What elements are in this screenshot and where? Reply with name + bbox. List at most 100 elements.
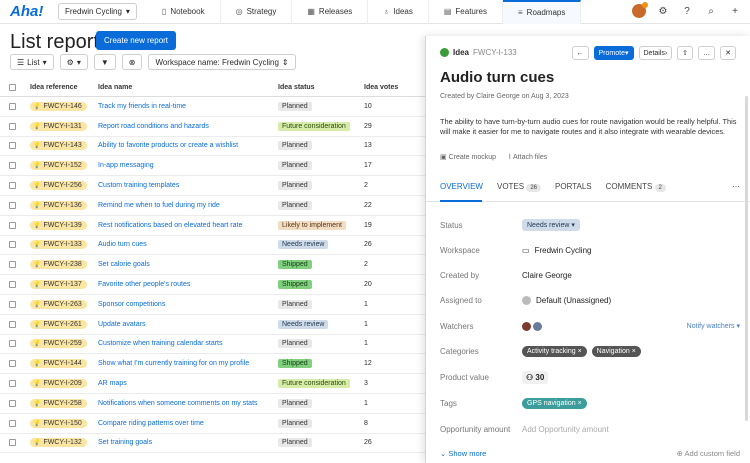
table-row[interactable]: 💡 FWCY-I-256 Custom training templates Pl… bbox=[0, 176, 430, 196]
idea-name-link[interactable]: Favorite other people's routes bbox=[98, 281, 190, 288]
table-row[interactable]: 💡 FWCY-I-263 Sponsor competitions Planned… bbox=[0, 295, 430, 315]
tab-portals[interactable]: PORTALS bbox=[555, 182, 592, 191]
table-row[interactable]: 💡 FWCY-I-209 AR maps Future consideration… bbox=[0, 374, 430, 394]
show-more-button[interactable]: ⌄ Show more bbox=[440, 449, 486, 458]
row-checkbox[interactable] bbox=[9, 122, 16, 130]
idea-reference-badge[interactable]: 💡 FWCY-I-139 bbox=[30, 220, 87, 230]
table-row[interactable]: 💡 FWCY-I-144 Show what I'm currently trai… bbox=[0, 354, 430, 375]
idea-reference-badge[interactable]: 💡 FWCY-I-150 bbox=[30, 418, 87, 428]
row-checkbox[interactable] bbox=[9, 399, 16, 407]
idea-reference-badge[interactable]: 💡 FWCY-I-152 bbox=[30, 161, 87, 171]
table-row[interactable]: 💡 FWCY-I-139 Rest notifications based on … bbox=[0, 216, 430, 236]
row-checkbox[interactable] bbox=[9, 439, 16, 447]
help-icon[interactable]: ? bbox=[680, 6, 694, 17]
idea-reference-badge[interactable]: 💡 FWCY-I-263 bbox=[30, 299, 87, 309]
idea-name-link[interactable]: Audio turn cues bbox=[98, 241, 147, 248]
idea-name-link[interactable]: Compare riding patterns over time bbox=[98, 420, 204, 427]
column-header-reference[interactable]: Idea reference bbox=[30, 84, 98, 91]
table-row[interactable]: 💡 FWCY-I-259 Customize when training cale… bbox=[0, 335, 430, 355]
table-row[interactable]: 💡 FWCY-I-150 Compare riding patterns over… bbox=[0, 414, 430, 434]
idea-reference-badge[interactable]: 💡 FWCY-I-143 bbox=[30, 141, 87, 151]
promote-button[interactable]: Promote ▾ bbox=[593, 46, 634, 60]
add-custom-field-button[interactable]: ⊕ Add custom field bbox=[677, 449, 740, 458]
table-row[interactable]: 💡 FWCY-I-137 Favorite other people's rout… bbox=[0, 275, 430, 295]
column-header-votes[interactable]: Idea votes bbox=[364, 84, 424, 91]
idea-name-link[interactable]: Custom training templates bbox=[98, 182, 179, 189]
row-checkbox[interactable] bbox=[9, 201, 16, 209]
aha-logo[interactable]: Aha! bbox=[10, 3, 50, 20]
idea-name-link[interactable]: Report road conditions and hazards bbox=[98, 123, 209, 130]
table-row[interactable]: 💡 FWCY-I-261 Update avatars Needs review … bbox=[0, 315, 430, 335]
table-row[interactable]: 💡 FWCY-I-238 Set calorie goals Shipped 2 bbox=[0, 255, 430, 276]
remove-icon[interactable]: × bbox=[578, 400, 582, 407]
idea-reference-badge[interactable]: 💡 FWCY-I-238 bbox=[30, 260, 87, 270]
filter-button[interactable]: ▼ bbox=[93, 54, 116, 70]
idea-reference-badge[interactable]: 💡 FWCY-I-136 bbox=[30, 200, 87, 210]
add-icon[interactable]: + bbox=[728, 6, 742, 17]
product-value-score[interactable]: ⚇ 30 bbox=[522, 370, 549, 384]
tab-comments[interactable]: COMMENTS 2 bbox=[606, 182, 666, 192]
idea-reference-badge[interactable]: 💡 FWCY-I-137 bbox=[30, 280, 87, 290]
table-row[interactable]: 💡 FWCY-I-152 In-app messaging Planned 17 bbox=[0, 156, 430, 177]
table-row[interactable]: 💡 FWCY-I-146 Track my friends in real-tim… bbox=[0, 97, 430, 117]
row-checkbox[interactable] bbox=[9, 360, 16, 368]
idea-name-link[interactable]: Show what I'm currently training for on … bbox=[98, 360, 249, 367]
record-reference[interactable]: FWCY-I-133 bbox=[473, 48, 517, 57]
create-mockup-link[interactable]: ▣ Create mockup bbox=[440, 153, 496, 161]
column-header-name[interactable]: Idea name bbox=[98, 84, 278, 91]
panel-scrollbar[interactable] bbox=[745, 96, 748, 421]
settings-icon[interactable]: ⚙ bbox=[656, 6, 670, 17]
details-button[interactable]: Details › bbox=[638, 46, 673, 60]
tab-notebook[interactable]: ▯ Notebook bbox=[147, 0, 221, 24]
idea-reference-badge[interactable]: 💡 FWCY-I-132 bbox=[30, 438, 87, 448]
workspace-filter[interactable]: Workspace name: Fredwin Cycling ⇕ bbox=[148, 54, 296, 70]
category-tag[interactable]: Navigation × bbox=[591, 345, 641, 357]
watcher-avatar[interactable] bbox=[522, 321, 531, 331]
tab-releases[interactable]: ▦ Releases bbox=[292, 0, 369, 24]
idea-name-link[interactable]: Set training goals bbox=[98, 439, 152, 446]
tab-roadmaps[interactable]: ≡ Roadmaps bbox=[503, 0, 582, 24]
settings-menu-button[interactable]: ⚙ ▾ bbox=[59, 54, 88, 70]
table-row[interactable]: 💡 FWCY-I-131 Report road conditions and h… bbox=[0, 117, 430, 137]
idea-name-link[interactable]: Rest notifications based on elevated hea… bbox=[98, 222, 242, 229]
idea-reference-badge[interactable]: 💡 FWCY-I-209 bbox=[30, 379, 87, 389]
column-header-status[interactable]: Idea status bbox=[278, 84, 364, 91]
idea-name-link[interactable]: Update avatars bbox=[98, 321, 145, 328]
idea-name-link[interactable]: Set calorie goals bbox=[98, 261, 150, 268]
idea-name-link[interactable]: In-app messaging bbox=[98, 162, 154, 169]
category-tag[interactable]: Activity tracking × bbox=[522, 345, 587, 357]
idea-title[interactable]: Audio turn cues bbox=[440, 69, 554, 86]
idea-reference-badge[interactable]: 💡 FWCY-I-259 bbox=[30, 339, 87, 349]
close-button[interactable]: ✕ bbox=[720, 46, 736, 60]
tag-chip[interactable]: GPS navigation × bbox=[522, 397, 587, 409]
row-checkbox[interactable] bbox=[9, 320, 16, 328]
clear-filter-button[interactable]: ⊗ bbox=[121, 54, 143, 70]
opportunity-input[interactable]: Add Opportunity amount bbox=[522, 425, 740, 434]
table-row[interactable]: 💡 FWCY-I-132 Set training goals Planned 2… bbox=[0, 434, 430, 454]
tab-strategy[interactable]: ◎ Strategy bbox=[221, 0, 293, 24]
create-report-button[interactable]: Create new report bbox=[96, 31, 177, 50]
idea-reference-badge[interactable]: 💡 FWCY-I-131 bbox=[30, 121, 87, 131]
idea-description[interactable]: The ability to have turn-by-turn audio c… bbox=[440, 117, 740, 137]
row-checkbox[interactable] bbox=[9, 162, 16, 170]
row-checkbox[interactable] bbox=[9, 281, 16, 289]
tab-overview[interactable]: OVERVIEW bbox=[440, 182, 483, 191]
workspace-value[interactable]: Fredwin Cycling bbox=[535, 246, 592, 255]
row-checkbox[interactable] bbox=[9, 221, 16, 229]
idea-reference-badge[interactable]: 💡 FWCY-I-133 bbox=[30, 240, 87, 250]
idea-reference-badge[interactable]: 💡 FWCY-I-146 bbox=[30, 101, 87, 111]
idea-name-link[interactable]: Remind me when to fuel during my ride bbox=[98, 202, 220, 209]
idea-name-link[interactable]: Ability to favorite products or create a… bbox=[98, 142, 238, 149]
row-checkbox[interactable] bbox=[9, 419, 16, 427]
assigned-to-value[interactable]: Default (Unassigned) bbox=[536, 296, 611, 305]
tab-features[interactable]: ▤ Features bbox=[429, 0, 503, 24]
idea-reference-badge[interactable]: 💡 FWCY-I-144 bbox=[30, 359, 87, 369]
row-checkbox[interactable] bbox=[9, 142, 16, 150]
row-checkbox[interactable] bbox=[9, 300, 16, 308]
select-all-checkbox[interactable] bbox=[9, 84, 16, 91]
remove-icon[interactable]: × bbox=[578, 348, 582, 355]
row-checkbox[interactable] bbox=[9, 380, 16, 388]
idea-reference-badge[interactable]: 💡 FWCY-I-261 bbox=[30, 319, 87, 329]
tab-votes[interactable]: VOTES 26 bbox=[497, 182, 542, 192]
notify-watchers-button[interactable]: Notify watchers ▾ bbox=[687, 322, 740, 330]
